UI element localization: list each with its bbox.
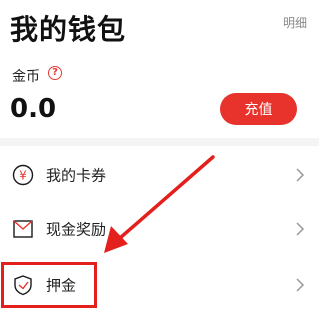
chevron-right-icon xyxy=(296,278,305,292)
menu-item-cash-rewards[interactable]: 现金奖励 xyxy=(0,199,319,259)
recharge-button[interactable]: 充值 xyxy=(220,93,297,125)
menu-item-my-coupons[interactable]: ¥ 我的卡券 xyxy=(0,145,319,205)
chevron-right-icon xyxy=(296,168,305,182)
help-icon[interactable]: ? xyxy=(48,66,62,80)
page-title: 我的钱包 xyxy=(10,13,127,46)
coupon-icon: ¥ xyxy=(12,164,34,186)
menu-item-label: 现金奖励 xyxy=(46,220,107,239)
menu-item-label: 我的卡券 xyxy=(46,166,107,185)
annotation-highlight-box xyxy=(1,262,97,308)
svg-text:¥: ¥ xyxy=(19,169,27,183)
coin-balance: 0.0 xyxy=(10,94,57,124)
coin-label: 金币 xyxy=(12,69,40,85)
detail-link[interactable]: 明细 xyxy=(283,14,307,31)
chevron-right-icon xyxy=(296,222,305,236)
envelope-icon xyxy=(13,220,33,238)
